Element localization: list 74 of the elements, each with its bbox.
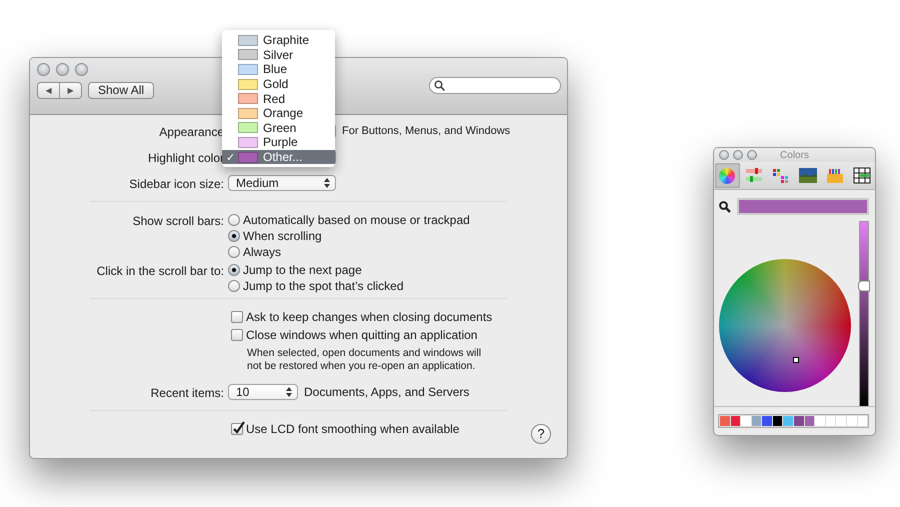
setting-label: Recent items: [150, 385, 225, 402]
radio-label[interactable]: Automatically based on mouse or trackpad [243, 213, 470, 227]
popup-button[interactable]: Medium [228, 175, 336, 191]
menu-item[interactable]: Orange [222, 106, 335, 121]
checkbox-label[interactable]: Close windows when quitting an application [246, 328, 478, 342]
color-swatch[interactable] [741, 416, 751, 426]
radio-label[interactable]: When scrolling [243, 229, 322, 243]
crayon-box-icon [826, 168, 844, 184]
color-swatch[interactable] [772, 416, 782, 426]
window-title: Colors [780, 150, 809, 160]
checkbox-label[interactable]: Use LCD font smoothing when available [246, 422, 460, 436]
menu-item[interactable]: ✓ Other... [222, 150, 335, 164]
setting-label: Click in the scroll bar to: [96, 263, 225, 280]
updown-arrows-icon [324, 178, 330, 188]
color-swatch[interactable] [858, 416, 868, 426]
color-swatch[interactable] [762, 416, 772, 426]
option-note: When selected, open documents and windows will not be restored when you re-open an application. [247, 347, 482, 372]
search-icon [434, 80, 445, 91]
setting-label: Appearance [158, 124, 225, 141]
help-button[interactable]: ? [531, 424, 551, 444]
checkmark: ✓ [226, 152, 235, 164]
search-field[interactable] [429, 77, 561, 94]
setting-note: Documents, Apps, and Servers [304, 385, 470, 399]
setting-label: Sidebar icon size: [128, 176, 225, 193]
color-wheel-icon [719, 168, 736, 184]
back-button[interactable]: ◀ [38, 83, 59, 98]
forward-button[interactable]: ▶ [59, 83, 81, 98]
color-swatch[interactable] [783, 416, 794, 426]
menu-item[interactable]: Green [222, 120, 335, 136]
menu-item[interactable]: Blue [222, 62, 335, 77]
setting-label: Show scroll bars: [132, 213, 225, 230]
brightness-slider[interactable] [859, 221, 869, 407]
radio-label[interactable]: Jump to the spot that’s clicked [243, 279, 404, 293]
color-swatch[interactable] [846, 416, 857, 426]
setting-label: Highlight color [146, 150, 225, 167]
wheel-marker [793, 356, 799, 362]
checkbox[interactable] [231, 329, 243, 341]
radio-button[interactable] [228, 280, 240, 292]
radio-button[interactable] [228, 264, 240, 276]
current-color-well[interactable] [737, 198, 869, 215]
color-swatch[interactable] [804, 416, 814, 426]
checkbox[interactable] [231, 311, 243, 323]
show-all-button[interactable]: Show All [88, 82, 154, 99]
magnifier-icon[interactable] [719, 200, 731, 212]
window-button[interactable] [56, 63, 69, 76]
palette-grid-icon [772, 168, 790, 184]
window-button[interactable] [75, 63, 88, 76]
color-swatch[interactable] [752, 416, 762, 426]
checkbox[interactable] [231, 423, 243, 435]
menu-item[interactable]: Purple [222, 135, 335, 150]
grid-icon [852, 167, 871, 184]
color-swatch[interactable] [720, 416, 730, 426]
color-swatch[interactable] [826, 416, 836, 426]
setting-note: For Buttons, Menus, and Windows [342, 125, 510, 137]
radio-button[interactable] [228, 230, 240, 242]
slider-thumb[interactable] [858, 280, 870, 292]
window-button[interactable] [37, 63, 50, 76]
color-swatch[interactable] [815, 416, 825, 426]
menu-item[interactable]: Red [222, 91, 335, 106]
menu-item[interactable]: Silver [222, 48, 335, 62]
color-swatch[interactable] [836, 416, 846, 426]
color-swatch[interactable] [730, 416, 740, 426]
sliders-icon [745, 167, 764, 184]
menu-item[interactable]: Gold [222, 76, 335, 92]
radio-label[interactable]: Jump to the next page [243, 263, 362, 277]
updown-arrows-icon [286, 387, 292, 397]
menu-item[interactable]: Graphite [222, 33, 335, 48]
color-swatch[interactable] [794, 416, 804, 426]
radio-button[interactable] [228, 214, 240, 226]
checkbox-label[interactable]: Ask to keep changes when closing documents [246, 310, 492, 324]
stepper-popup[interactable]: 10 [228, 384, 298, 400]
radio-label[interactable]: Always [243, 245, 282, 259]
landscape-icon [798, 168, 817, 183]
radio-button[interactable] [228, 246, 240, 258]
